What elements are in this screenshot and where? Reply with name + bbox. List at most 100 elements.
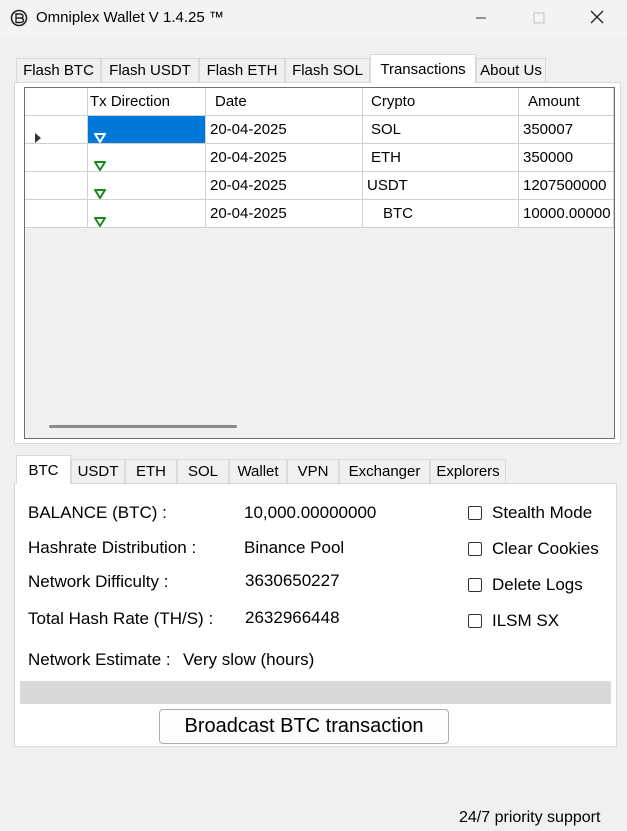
date-cell[interactable]: 20-04-2025 <box>206 144 363 172</box>
tab-label: About Us <box>480 62 542 79</box>
checkbox-box[interactable] <box>468 614 482 628</box>
delete-logs-checkbox[interactable]: Delete Logs <box>468 575 583 595</box>
checkbox-label: ILSM SX <box>492 611 560 630</box>
tab-label: Flash USDT <box>109 62 191 79</box>
btc-panel: BALANCE (BTC) : 10,000.00000000 Hashrate… <box>14 483 617 747</box>
direction-cell[interactable] <box>88 144 206 172</box>
crypto-cell[interactable]: SOL <box>363 116 519 144</box>
tab-label: SOL <box>187 463 218 480</box>
tab-exchanger[interactable]: Exchanger <box>339 459 430 483</box>
checkbox-box[interactable] <box>468 506 482 520</box>
table-row[interactable]: 20-04-2025 SOL 350007 <box>25 116 614 144</box>
row-header[interactable] <box>25 144 88 172</box>
stealth-mode-checkbox[interactable]: Stealth Mode <box>468 503 592 523</box>
total-hash-value: 2632966448 <box>245 608 340 627</box>
date-cell[interactable]: 20-04-2025 <box>206 200 363 228</box>
bottom-tab-strip: BTC USDT ETH SOL Wallet VPN Exchanger Ex… <box>16 455 616 484</box>
direction-cell[interactable] <box>88 200 206 228</box>
balance-label: BALANCE (BTC) : <box>28 503 167 522</box>
tab-eth[interactable]: ETH <box>125 459 177 483</box>
tab-label: Wallet <box>237 463 279 480</box>
direction-cell[interactable] <box>88 116 206 144</box>
maximize-icon <box>533 11 545 28</box>
scrollbar-thumb[interactable] <box>49 425 237 428</box>
column-header-direction[interactable]: Tx Direction <box>88 88 206 116</box>
arrow-down-icon <box>93 181 107 199</box>
ilsm-sx-checkbox[interactable]: ILSM SX <box>468 611 559 631</box>
tab-wallet[interactable]: Wallet <box>229 459 287 483</box>
column-header-date[interactable]: Date <box>206 88 363 116</box>
tab-btc[interactable]: BTC <box>16 455 71 484</box>
tab-flash-usdt[interactable]: Flash USDT <box>101 58 199 82</box>
tab-transactions[interactable]: Transactions <box>370 54 476 83</box>
crypto-cell[interactable]: USDT <box>363 172 519 200</box>
close-icon <box>590 10 604 28</box>
checkbox-label: Delete Logs <box>492 575 583 594</box>
tab-flash-eth[interactable]: Flash ETH <box>199 58 285 82</box>
top-tab-strip: Flash BTC Flash USDT Flash ETH Flash SOL… <box>16 54 616 83</box>
checkbox-box[interactable] <box>468 542 482 556</box>
table-row[interactable]: 20-04-2025 BTC 10000.00000 <box>25 200 614 228</box>
amount-cell[interactable]: 10000.00000 <box>519 200 614 228</box>
tab-label: Flash SOL <box>292 62 363 79</box>
tab-vpn[interactable]: VPN <box>287 459 339 483</box>
tab-label: VPN <box>297 463 329 480</box>
crypto-cell[interactable]: BTC <box>363 200 519 228</box>
column-header-amount[interactable]: Amount <box>519 88 614 116</box>
tab-label: USDT <box>77 463 119 480</box>
tab-explorers[interactable]: Explorers <box>430 459 506 483</box>
table-row[interactable]: 20-04-2025 ETH 350000 <box>25 144 614 172</box>
tab-label: BTC <box>28 461 59 479</box>
checkbox-label: Stealth Mode <box>492 503 593 522</box>
broadcast-button[interactable]: Broadcast BTC transaction <box>159 709 449 744</box>
grid-header: Tx Direction Date Crypto Amount <box>25 88 614 116</box>
transactions-panel: Tx Direction Date Crypto Amount 20-04-20… <box>14 82 621 444</box>
tab-label: Transactions <box>380 60 466 78</box>
grid-body: Tx Direction Date Crypto Amount 20-04-20… <box>25 88 614 416</box>
date-cell[interactable]: 20-04-2025 <box>206 116 363 144</box>
row-header[interactable] <box>25 172 88 200</box>
difficulty-label: Network Difficulty : <box>28 572 169 591</box>
window-title: Omniplex Wallet V 1.4.25 ™ <box>36 9 224 26</box>
difficulty-value: 3630650227 <box>245 571 340 590</box>
clear-cookies-checkbox[interactable]: Clear Cookies <box>468 539 599 559</box>
broadcast-progress-bar <box>20 681 611 704</box>
crypto-cell[interactable]: ETH <box>363 144 519 172</box>
arrow-down-icon <box>93 125 107 143</box>
balance-value: 10,000.00000000 <box>244 503 377 522</box>
title-bar[interactable]: Omniplex Wallet V 1.4.25 ™ <box>0 0 627 38</box>
amount-cell[interactable]: 1207500000 <box>519 172 614 200</box>
amount-cell[interactable]: 350000 <box>519 144 614 172</box>
minimize-button[interactable] <box>458 0 504 38</box>
table-row[interactable]: 20-04-2025 USDT 1207500000 <box>25 172 614 200</box>
horizontal-scrollbar[interactable] <box>25 416 614 438</box>
app-window: Omniplex Wallet V 1.4.25 ™ Flash BTC Fla… <box>0 0 627 831</box>
transactions-grid[interactable]: Tx Direction Date Crypto Amount 20-04-20… <box>24 87 615 439</box>
amount-cell[interactable]: 350007 <box>519 116 614 144</box>
tab-about-us[interactable]: About Us <box>476 58 546 82</box>
tab-usdt[interactable]: USDT <box>71 459 125 483</box>
row-header-corner <box>25 88 88 116</box>
tab-label: Explorers <box>436 463 500 480</box>
tab-label: Flash BTC <box>23 62 94 79</box>
tab-flash-btc[interactable]: Flash BTC <box>16 58 101 82</box>
direction-cell[interactable] <box>88 172 206 200</box>
arrow-down-icon <box>93 209 107 227</box>
row-header[interactable] <box>25 116 88 144</box>
row-header[interactable] <box>25 200 88 228</box>
tab-flash-sol[interactable]: Flash SOL <box>285 58 370 82</box>
maximize-button[interactable] <box>516 0 562 38</box>
column-header-crypto[interactable]: Crypto <box>363 88 519 116</box>
tab-label: Flash ETH <box>206 62 278 79</box>
support-text[interactable]: 24/7 priority support <box>459 809 600 827</box>
network-estimate-value: Very slow (hours) <box>183 650 315 669</box>
checkbox-box[interactable] <box>468 578 482 592</box>
close-button[interactable] <box>574 0 620 38</box>
current-row-indicator-icon <box>35 125 41 143</box>
network-estimate-label: Network Estimate : <box>28 650 171 669</box>
app-logo-icon <box>10 9 28 27</box>
tab-sol[interactable]: SOL <box>177 459 229 483</box>
date-cell[interactable]: 20-04-2025 <box>206 172 363 200</box>
hashrate-label: Hashrate Distribution : <box>28 538 197 557</box>
arrow-down-icon <box>93 153 107 171</box>
